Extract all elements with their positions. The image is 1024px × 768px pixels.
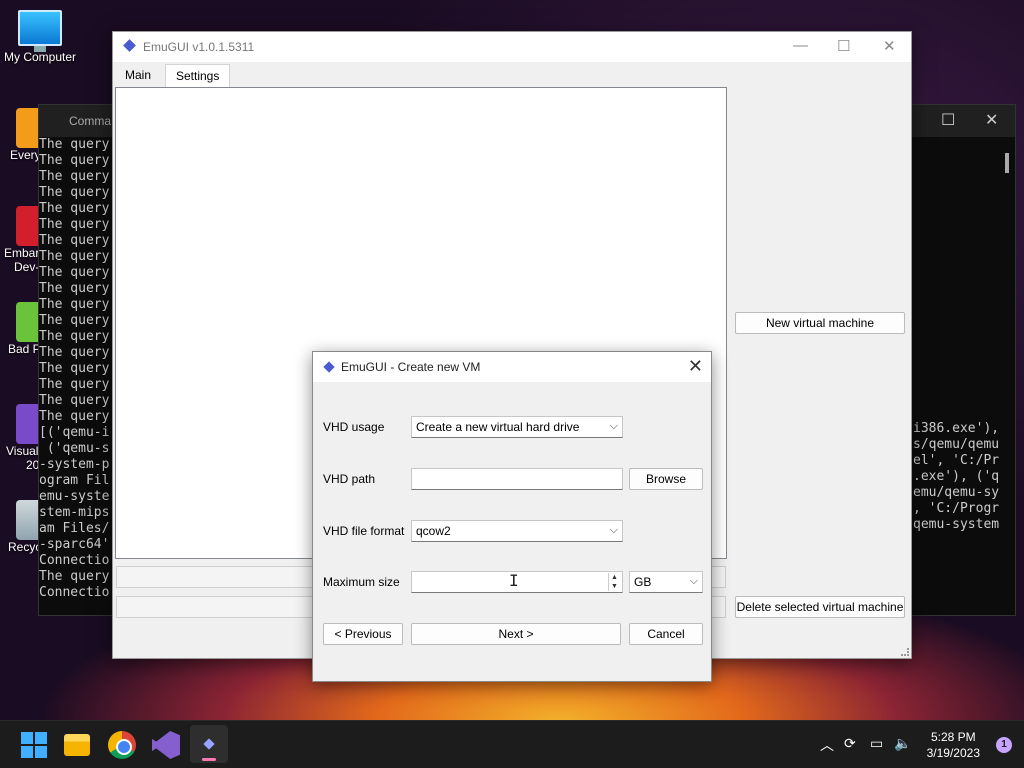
chevron-down-icon: ⌵ <box>689 575 698 587</box>
notification-badge[interactable]: 1 <box>996 737 1012 753</box>
cmd-line: The query <box>39 297 110 312</box>
computer-icon <box>18 10 62 52</box>
cmd-output-right: i386.exe'), s/qemu/qemu el', 'C:/Pr .exe'),… <box>913 421 1003 533</box>
vhd-format-label: VHD file format <box>323 524 405 538</box>
vhd-format-value: qcow2 <box>416 524 451 538</box>
clock-date: 3/19/2023 <box>926 746 980 760</box>
desktop-icon-my-computer[interactable]: My Computer <box>0 10 80 64</box>
close-icon[interactable]: ✕ <box>985 105 998 137</box>
maximize-icon[interactable]: ☐ <box>941 105 955 137</box>
cmd-line: The query <box>39 169 110 184</box>
clock[interactable]: 5:28 PM 3/19/2023 <box>927 729 980 761</box>
emugui-taskbar-icon[interactable] <box>190 725 228 763</box>
cmd-line: -sparc64' <box>39 537 110 552</box>
cmd-output-left: The query The query The query The query The … <box>39 137 111 601</box>
cmd-line: The query <box>39 409 110 424</box>
main-window-title: EmuGUI v1.0.1.5311 <box>143 40 255 54</box>
display-icon[interactable]: ▭ <box>870 735 883 752</box>
cmd-line: ogram Fil <box>39 473 110 488</box>
cmd-line: Connectio <box>39 585 110 600</box>
cmd-line: Connectio <box>39 553 110 568</box>
cmd-line: The query <box>39 201 110 216</box>
chrome-icon[interactable] <box>108 731 136 759</box>
dialog-title: EmuGUI - Create new VM <box>341 360 481 374</box>
text-cursor-icon: I <box>509 571 519 590</box>
cmd-line: The query <box>39 281 110 296</box>
spinner-arrows-icon[interactable]: ▲ ▼ <box>608 573 620 591</box>
cmd-line: The query <box>39 329 110 344</box>
emugui-icon <box>123 39 136 52</box>
clock-time: 5:28 PM <box>930 730 976 744</box>
chevron-up-icon[interactable]: ︿ <box>820 735 834 755</box>
cmd-line: -system-p <box>39 457 110 472</box>
cmd-line: ('qemu-s <box>39 441 110 456</box>
cmd-line: s/qemu/qemu <box>913 437 1000 452</box>
delete-vm-button[interactable]: Delete selected virtual machine <box>735 596 905 618</box>
cmd-line: emu-syste <box>39 489 110 504</box>
cmd-line: The query <box>39 249 110 264</box>
cmd-line: The query <box>39 137 110 152</box>
vhd-usage-label: VHD usage <box>323 420 385 434</box>
chevron-down-icon: ⌵ <box>609 420 618 432</box>
cmd-line: The query <box>39 393 110 408</box>
vhd-format-select[interactable]: qcow2 ⌵ <box>411 520 623 542</box>
tab-settings[interactable]: Settings <box>165 64 231 88</box>
maximize-icon[interactable]: ☐ <box>837 37 850 55</box>
cmd-line: The query <box>39 233 110 248</box>
minimize-icon[interactable]: — <box>793 37 808 54</box>
cmd-line: The query <box>39 217 110 232</box>
desktop-icon-label: My Computer <box>3 50 77 64</box>
main-titlebar[interactable]: EmuGUI v1.0.1.5311 — ☐ ✕ <box>113 32 911 62</box>
dialog-titlebar[interactable]: EmuGUI - Create new VM ✕ <box>313 352 711 382</box>
vhd-usage-value: Create a new virtual hard drive <box>416 420 580 434</box>
cmd-line: The query <box>39 313 110 328</box>
resize-grip[interactable] <box>901 648 909 656</box>
visual-studio-icon[interactable] <box>152 731 180 759</box>
cmd-line: , 'C:/Progr <box>913 501 1000 516</box>
browse-button[interactable]: Browse <box>629 468 703 490</box>
emugui-icon <box>323 361 335 373</box>
max-size-label: Maximum size <box>323 575 400 589</box>
vhd-path-label: VHD path <box>323 472 376 486</box>
file-explorer-icon[interactable] <box>64 734 90 756</box>
vhd-path-input[interactable] <box>411 468 623 490</box>
cmd-line: am Files/ <box>39 521 110 536</box>
cmd-line: [('qemu-i <box>39 425 110 440</box>
close-icon[interactable]: ✕ <box>688 356 703 377</box>
new-vm-button[interactable]: New virtual machine <box>735 312 905 334</box>
volume-icon[interactable]: 🔈 <box>894 735 911 752</box>
windows-start-icon[interactable] <box>20 731 48 759</box>
tab-main[interactable]: Main <box>115 64 161 88</box>
size-unit-value: GB <box>634 575 652 589</box>
close-icon[interactable]: ✕ <box>883 37 896 55</box>
cmd-line: qemu-system <box>913 517 1000 532</box>
sync-icon[interactable]: ⟳ <box>844 735 856 752</box>
size-unit-select[interactable]: GB ⌵ <box>629 571 703 593</box>
cmd-line: .exe'), ('q <box>913 469 1000 484</box>
cmd-line: The query <box>39 377 110 392</box>
vhd-usage-select[interactable]: Create a new virtual hard drive ⌵ <box>411 416 623 438</box>
cmd-scrollbar[interactable] <box>1005 153 1009 173</box>
cmd-line: The query <box>39 361 110 376</box>
next-button[interactable]: Next > <box>411 623 621 645</box>
cmd-line: emu/qemu-sy <box>913 485 1000 500</box>
chevron-down-icon: ⌵ <box>609 524 618 536</box>
cmd-line: stem-mips <box>39 505 110 520</box>
cmd-line: The query <box>39 569 110 584</box>
cmd-line: The query <box>39 153 110 168</box>
previous-button[interactable]: < Previous <box>323 623 403 645</box>
cmd-line: i386.exe'), <box>913 421 1000 436</box>
cmd-line: The query <box>39 345 110 360</box>
cmd-line: el', 'C:/Pr <box>913 453 1000 468</box>
cmd-title: Comma <box>69 114 112 128</box>
cmd-line: The query <box>39 265 110 280</box>
taskbar: ︿ ⟳ ▭ 🔈 5:28 PM 3/19/2023 1 <box>0 720 1024 768</box>
main-tabs: Main Settings <box>113 62 911 88</box>
cmd-line: The query <box>39 185 110 200</box>
cancel-button[interactable]: Cancel <box>629 623 703 645</box>
create-vm-dialog[interactable]: EmuGUI - Create new VM ✕ VHD usage Creat… <box>312 351 712 682</box>
